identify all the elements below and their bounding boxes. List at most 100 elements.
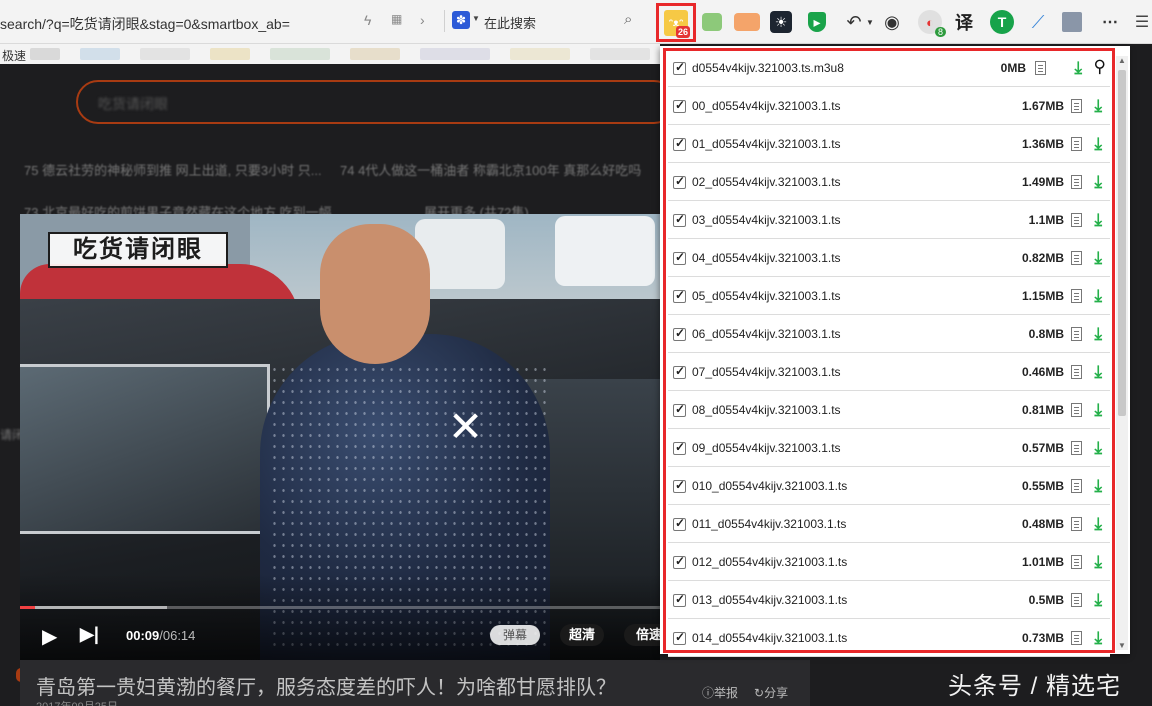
file-checkbox[interactable] <box>673 402 686 417</box>
lightning-icon[interactable]: ϟ <box>364 12 371 28</box>
file-checkbox[interactable] <box>673 98 686 113</box>
download-icon[interactable]: ⤓ <box>1094 628 1102 648</box>
copy-icon[interactable] <box>1071 441 1082 455</box>
danmu-toggle[interactable]: 弹幕 <box>490 625 540 645</box>
copy-icon[interactable] <box>1071 289 1082 303</box>
blurred-bookmark[interactable] <box>270 48 330 60</box>
baidu-paw-icon[interactable]: ✽ <box>452 11 470 29</box>
file-row[interactable]: d0554v4kijv.321003.ts.m3u8 0MB ⤓ ⚲ <box>668 50 1110 87</box>
menu-icon[interactable]: ☰ <box>1130 10 1152 34</box>
copy-icon[interactable] <box>1071 479 1082 493</box>
file-row[interactable]: 05_d0554v4kijv.321003.1.ts 1.15MB ⤓ <box>668 278 1110 315</box>
progress-bar[interactable] <box>20 606 660 609</box>
scrollbar-thumb[interactable] <box>1118 70 1126 416</box>
search-icon[interactable]: ⚲ <box>1094 57 1106 77</box>
quality-button[interactable]: 超清 <box>560 624 604 646</box>
feather-icon[interactable]: ⟋ <box>1026 10 1050 34</box>
speed-button[interactable]: 倍速 <box>624 624 660 646</box>
file-checkbox[interactable] <box>673 554 686 569</box>
close-icon[interactable]: ✕ <box>448 406 483 448</box>
address-bar[interactable]: search/?q=吃货请闭眼&stag=0&smartbox_ab= <box>0 14 290 34</box>
file-row[interactable]: 07_d0554v4kijv.321003.1.ts 0.46MB ⤓ <box>668 354 1110 391</box>
download-icon[interactable]: ⤓ <box>1094 248 1102 268</box>
copy-icon[interactable] <box>1071 631 1082 645</box>
download-icon[interactable]: ⤓ <box>1094 96 1102 116</box>
file-checkbox[interactable] <box>673 174 686 189</box>
undo-dropdown-icon[interactable]: ▼ <box>866 18 874 27</box>
blurred-bookmark[interactable] <box>30 48 60 60</box>
copy-icon[interactable] <box>1035 61 1046 75</box>
download-icon[interactable]: ⤓ <box>1094 438 1102 458</box>
file-checkbox[interactable] <box>673 136 686 151</box>
file-row[interactable]: 012_d0554v4kijv.321003.1.ts 1.01MB ⤓ <box>668 544 1110 581</box>
download-icon[interactable]: ⤓ <box>1094 324 1102 344</box>
download-icon[interactable]: ⤓ <box>1074 58 1082 78</box>
file-row[interactable]: 03_d0554v4kijv.321003.1.ts 1.1MB ⤓ <box>668 202 1110 239</box>
blurred-bookmark[interactable] <box>350 48 400 60</box>
search-input[interactable]: 在此搜索 <box>484 13 536 32</box>
copy-icon[interactable] <box>1071 403 1082 417</box>
copy-icon[interactable] <box>1071 327 1082 341</box>
file-row[interactable]: 010_d0554v4kijv.321003.1.ts 0.55MB ⤓ <box>668 468 1110 505</box>
play-icon[interactable]: ▶ <box>42 624 57 649</box>
copy-icon[interactable] <box>1071 593 1082 607</box>
download-icon[interactable]: ⤓ <box>1094 400 1102 420</box>
blurred-bookmark[interactable] <box>140 48 190 60</box>
file-row[interactable]: 013_d0554v4kijv.321003.1.ts 0.5MB ⤓ <box>668 582 1110 619</box>
report-button[interactable]: ⓘ举报 <box>702 684 738 701</box>
blurred-bookmark[interactable] <box>210 48 250 60</box>
more-icon[interactable]: ⋯ <box>1098 10 1122 34</box>
popup-scrollbar[interactable]: ▲ ▼ <box>1116 56 1128 650</box>
chevron-down-icon[interactable]: ▼ <box>472 14 480 23</box>
news-item[interactable]: 75 德云社劳的神秘师到推 网上出道, 只要3小时 只... <box>24 160 322 179</box>
bookmark-item[interactable]: 极速 <box>2 47 26 64</box>
copy-icon[interactable] <box>1071 555 1082 569</box>
file-checkbox[interactable] <box>673 288 686 303</box>
video-sniffer-extension-icon[interactable]: ᵔᴥᵔ 26 <box>664 10 690 38</box>
file-checkbox[interactable] <box>673 250 686 265</box>
file-checkbox[interactable] <box>673 212 686 227</box>
file-row[interactable]: 06_d0554v4kijv.321003.1.ts 0.8MB ⤓ <box>668 316 1110 353</box>
shield-icon[interactable]: ▸ <box>808 12 826 32</box>
blurred-bookmark[interactable] <box>80 48 120 60</box>
blurred-bookmark[interactable] <box>590 48 650 60</box>
file-checkbox[interactable] <box>673 440 686 455</box>
undo-icon[interactable]: ↶ <box>842 10 866 34</box>
tampermonkey-icon[interactable]: T <box>990 10 1014 34</box>
file-row[interactable]: 011_d0554v4kijv.321003.1.ts 0.48MB ⤓ <box>668 506 1110 543</box>
scroll-down-icon[interactable]: ▼ <box>1116 641 1128 650</box>
qr-code-icon[interactable]: ▦ <box>391 12 402 26</box>
download-icon[interactable]: ⤓ <box>1094 172 1102 192</box>
forward-arrow-icon[interactable]: › <box>420 12 425 28</box>
gray-extension-icon[interactable] <box>1062 12 1082 32</box>
file-checkbox[interactable] <box>673 364 686 379</box>
download-icon[interactable]: ⤓ <box>1094 134 1102 154</box>
scroll-up-icon[interactable]: ▲ <box>1116 56 1128 65</box>
download-icon[interactable]: ⤓ <box>1094 362 1102 382</box>
green-folder-icon[interactable] <box>702 13 722 31</box>
download-icon[interactable]: ⤓ <box>1094 552 1102 572</box>
file-row[interactable]: 00_d0554v4kijv.321003.1.ts 1.67MB ⤓ <box>668 88 1110 125</box>
file-row[interactable]: 014_d0554v4kijv.321003.1.ts 0.73MB ⤓ <box>668 620 1110 657</box>
copy-icon[interactable] <box>1071 99 1082 113</box>
sun-icon[interactable]: ☀ <box>770 11 792 33</box>
blurred-bookmark[interactable] <box>420 48 490 60</box>
news-item[interactable]: 74 4代人做这一桶油者 称霸北京100年 真那么好吃吗 <box>340 160 641 179</box>
file-checkbox[interactable] <box>673 630 686 645</box>
file-checkbox[interactable] <box>673 516 686 531</box>
search-icon[interactable]: ⌕ <box>624 11 632 28</box>
mail-extension-icon[interactable]: ◐ 8 <box>918 10 946 37</box>
copy-icon[interactable] <box>1071 137 1082 151</box>
file-checkbox[interactable] <box>673 592 686 607</box>
file-row[interactable]: 09_d0554v4kijv.321003.1.ts 0.57MB ⤓ <box>668 430 1110 467</box>
file-row[interactable]: 02_d0554v4kijv.321003.1.ts 1.49MB ⤓ <box>668 164 1110 201</box>
site-search-input[interactable]: 吃货请闭眼 <box>76 80 676 124</box>
search-engine-box[interactable]: ✽ ▼ 在此搜索 ⌕ <box>452 11 652 33</box>
file-checkbox[interactable] <box>673 326 686 341</box>
download-icon[interactable]: ⤓ <box>1094 590 1102 610</box>
download-icon[interactable]: ⤓ <box>1094 476 1102 496</box>
eye-icon[interactable]: ◉ <box>880 10 904 34</box>
video-player[interactable]: 吃货请闭眼 ✕ ▶ ▶| 00:09/06:14 弹幕 超清 倍速 <box>20 214 660 660</box>
download-icon[interactable]: ⤓ <box>1094 210 1102 230</box>
share-button[interactable]: ↻分享 <box>754 684 788 701</box>
